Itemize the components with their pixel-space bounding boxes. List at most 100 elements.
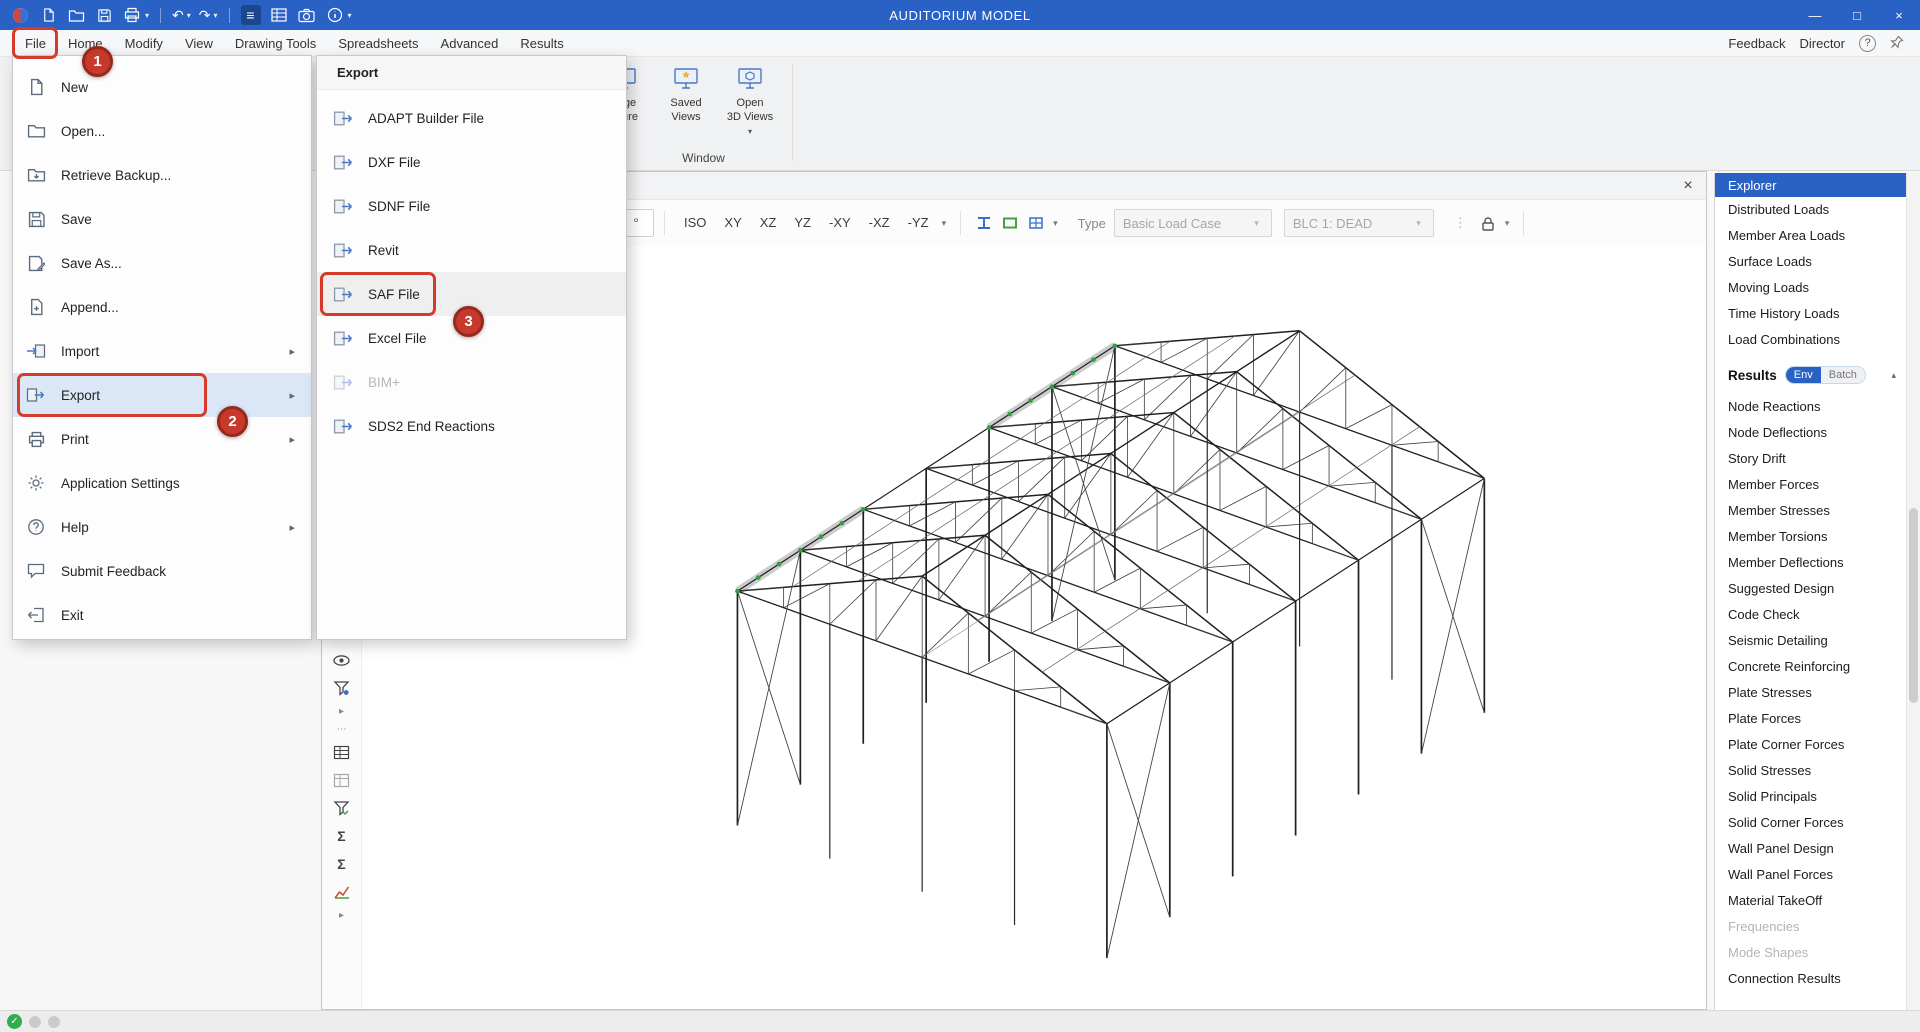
menu-home[interactable]: Home xyxy=(57,30,114,57)
file-menu-save-as[interactable]: Save As... xyxy=(13,241,311,285)
filter-results-icon[interactable] xyxy=(329,796,355,820)
save-icon[interactable] xyxy=(94,5,114,25)
export-revit[interactable]: Revit xyxy=(317,228,626,272)
file-menu-exit[interactable]: Exit xyxy=(13,593,311,637)
explorer-item[interactable]: Connection Results xyxy=(1715,966,1906,992)
redo-icon[interactable]: ↷ xyxy=(199,8,211,22)
explorer-item[interactable]: Surface Loads xyxy=(1715,249,1906,275)
status-dot-icon[interactable] xyxy=(29,1016,41,1028)
filter-view-icon[interactable] xyxy=(329,676,355,700)
explorer-item[interactable]: Plate Stresses xyxy=(1715,680,1906,706)
view-yz-button[interactable]: YZ xyxy=(785,209,820,237)
expand-arrow-icon[interactable]: ▸ xyxy=(329,704,355,718)
menu-advanced[interactable]: Advanced xyxy=(430,30,510,57)
explorer-item[interactable]: Seismic Detailing xyxy=(1715,628,1906,654)
explorer-item[interactable]: Concrete Reinforcing xyxy=(1715,654,1906,680)
open-file-icon[interactable] xyxy=(66,5,86,25)
spreadsheet-disabled-icon[interactable] xyxy=(329,768,355,792)
undo-icon[interactable]: ↶ xyxy=(172,8,184,22)
view-xy-button[interactable]: XY xyxy=(715,209,750,237)
plate-render-icon[interactable] xyxy=(997,210,1023,236)
file-menu-submit-feedback[interactable]: Submit Feedback xyxy=(13,549,311,593)
explorer-item[interactable]: Plate Corner Forces xyxy=(1715,732,1906,758)
explorer-item[interactable]: Node Reactions xyxy=(1715,394,1906,420)
explorer-scrollbar-track[interactable] xyxy=(1906,173,1920,1010)
lock-view-icon[interactable] xyxy=(1475,210,1501,236)
menu-drawing-tools[interactable]: Drawing Tools xyxy=(224,30,327,57)
explorer-item[interactable]: Wall Panel Forces xyxy=(1715,862,1906,888)
maximize-button[interactable]: □ xyxy=(1836,0,1878,30)
explorer-scrollbar-thumb[interactable] xyxy=(1909,508,1918,703)
toolbar-options-caret-icon[interactable]: ▾ xyxy=(348,11,352,20)
sum-secondary-icon[interactable]: Σ xyxy=(329,852,355,876)
visibility-eye-icon[interactable] xyxy=(329,648,355,672)
explorer-item[interactable]: Member Torsions xyxy=(1715,524,1906,550)
lock-dropdown-caret-icon[interactable]: ▾ xyxy=(1505,218,1510,229)
explorer-item[interactable]: Time History Loads xyxy=(1715,301,1906,327)
view-neg-xz-button[interactable]: -XZ xyxy=(860,209,899,237)
print-icon[interactable] xyxy=(122,5,142,25)
open-3d-views-caret-icon[interactable]: ▾ xyxy=(748,127,752,137)
explorer-item[interactable]: Code Check xyxy=(1715,602,1906,628)
export-saf-file[interactable]: SAF File xyxy=(317,272,626,316)
views-dropdown-caret-icon[interactable]: ▾ xyxy=(942,218,947,229)
explorer-item[interactable]: Solid Principals xyxy=(1715,784,1906,810)
print-dropdown-caret-icon[interactable]: ▾ xyxy=(145,11,149,20)
render-options-icon[interactable] xyxy=(1023,210,1049,236)
expand-arrow2-icon[interactable]: ▸ xyxy=(329,908,355,922)
open-3d-views-button[interactable]: Open 3D Views ▾ xyxy=(717,63,783,137)
env-toggle-button[interactable]: Env xyxy=(1786,367,1821,383)
menu-toggle-icon[interactable]: ≡ xyxy=(241,5,261,25)
file-menu-export[interactable]: Export ▸ xyxy=(13,373,311,417)
export-sds2-end-reactions[interactable]: SDS2 End Reactions xyxy=(317,404,626,448)
redo-dropdown-caret-icon[interactable]: ▾ xyxy=(214,11,218,20)
file-menu-save[interactable]: Save xyxy=(13,197,311,241)
file-menu-application-settings[interactable]: Application Settings xyxy=(13,461,311,505)
export-sdnf-file[interactable]: SDNF File xyxy=(317,184,626,228)
explorer-item[interactable]: Story Drift xyxy=(1715,446,1906,472)
saved-views-button[interactable]: Saved Views xyxy=(655,63,717,125)
explorer-item[interactable]: Solid Corner Forces xyxy=(1715,810,1906,836)
file-menu-open[interactable]: Open... xyxy=(13,109,311,153)
file-menu-print[interactable]: Print ▸ xyxy=(13,417,311,461)
render-dropdown-caret-icon[interactable]: ▾ xyxy=(1053,218,1058,229)
explorer-item[interactable]: Member Area Loads xyxy=(1715,223,1906,249)
view-neg-yz-button[interactable]: -YZ xyxy=(899,209,938,237)
export-dxf-file[interactable]: DXF File xyxy=(317,140,626,184)
explorer-item[interactable]: Material TakeOff xyxy=(1715,888,1906,914)
results-chart-icon[interactable] xyxy=(329,880,355,904)
explorer-item[interactable]: Wall Panel Design xyxy=(1715,836,1906,862)
info-icon[interactable] xyxy=(325,5,345,25)
explorer-item[interactable]: Solid Stresses xyxy=(1715,758,1906,784)
file-menu-help[interactable]: Help ▸ xyxy=(13,505,311,549)
menu-results[interactable]: Results xyxy=(509,30,574,57)
minimize-button[interactable]: — xyxy=(1794,0,1836,30)
status-ok-icon[interactable]: ✓ xyxy=(7,1014,22,1029)
status-dot-icon[interactable] xyxy=(48,1016,60,1028)
file-menu-new[interactable]: New xyxy=(13,65,311,109)
file-menu-retrieve-backup[interactable]: Retrieve Backup... xyxy=(13,153,311,197)
director-link[interactable]: Director xyxy=(1799,36,1845,51)
pin-icon[interactable] xyxy=(1890,35,1904,52)
blc-select[interactable]: BLC 1: DEAD ▾ xyxy=(1284,209,1434,237)
sum-icon[interactable]: Σ xyxy=(329,824,355,848)
menu-modify[interactable]: Modify xyxy=(114,30,174,57)
explorer-item[interactable]: Moving Loads xyxy=(1715,275,1906,301)
explorer-item[interactable]: Member Stresses xyxy=(1715,498,1906,524)
explorer-item[interactable]: Suggested Design xyxy=(1715,576,1906,602)
close-button[interactable]: × xyxy=(1878,0,1920,30)
explorer-item[interactable]: Distributed Loads xyxy=(1715,197,1906,223)
spreadsheet-icon[interactable] xyxy=(269,5,289,25)
explorer-item[interactable]: Member Deflections xyxy=(1715,550,1906,576)
menu-view[interactable]: View xyxy=(174,30,224,57)
member-render-icon[interactable] xyxy=(971,210,997,236)
results-collapse-chevron-icon[interactable]: ▴ xyxy=(1891,370,1896,381)
feedback-link[interactable]: Feedback xyxy=(1728,36,1785,51)
menu-spreadsheets[interactable]: Spreadsheets xyxy=(327,30,429,57)
new-file-icon[interactable] xyxy=(38,5,58,25)
spreadsheet-tool-icon[interactable] xyxy=(329,740,355,764)
file-menu-append[interactable]: Append... xyxy=(13,285,311,329)
menu-file[interactable]: File xyxy=(14,30,57,57)
view-xz-button[interactable]: XZ xyxy=(751,209,786,237)
help-icon[interactable]: ? xyxy=(1859,35,1876,52)
